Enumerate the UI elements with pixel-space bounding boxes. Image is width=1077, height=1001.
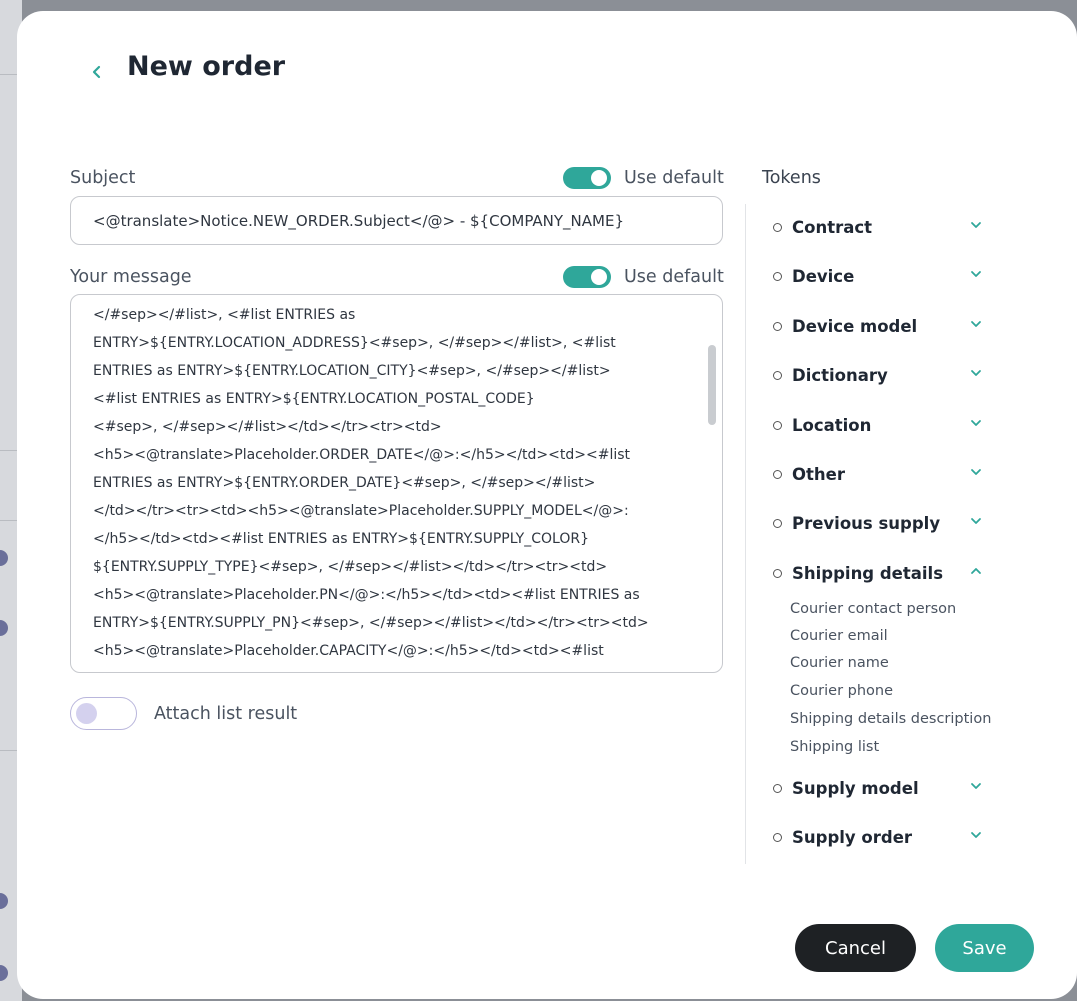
token-group[interactable]: Device: [773, 261, 1003, 291]
token-group[interactable]: Contract: [773, 212, 1003, 242]
chevron-down-icon: [971, 518, 981, 524]
attach-list-result-label: Attach list result: [154, 703, 298, 724]
token-group-name: Supply model: [792, 778, 919, 798]
page-title: New order: [127, 51, 286, 82]
tokens-divider: [745, 204, 746, 864]
bullet-icon: [773, 370, 782, 380]
toggle-switch-on[interactable]: [563, 266, 611, 288]
token-item[interactable]: Courier phone: [790, 683, 893, 699]
token-group[interactable]: Supply order: [773, 822, 1003, 852]
token-group-name: Other: [792, 464, 845, 484]
message-scrollbar[interactable]: [708, 345, 716, 425]
message-line: </td></tr><tr><td><h5><@translate>Placeh…: [93, 503, 629, 519]
bullet-icon: [773, 271, 782, 281]
back-button[interactable]: [82, 57, 112, 87]
chevron-down-icon: [971, 222, 981, 228]
bullet-icon: [773, 469, 782, 479]
background-avatar: [0, 550, 8, 566]
background-avatar: [0, 965, 8, 981]
token-group-name: Shipping details: [792, 563, 944, 583]
chevron-down-icon: [971, 832, 981, 838]
message-text: </#sep></#list>, <#list ENTRIES as ENTRY>…: [93, 301, 693, 672]
toggle-knob: [591, 170, 607, 186]
message-line: <h5><@translate>Placeholder.PN</@>:</h5>…: [93, 587, 640, 603]
message-line: ENTRY>${ENTRY.SUPPLY_PN}<#sep>, </#sep><…: [93, 615, 649, 631]
token-group-name: Device model: [792, 316, 918, 336]
save-button[interactable]: Save: [935, 924, 1034, 972]
token-group-name: Contract: [792, 217, 873, 237]
message-line: ENTRIES as ENTRY>${ENTRY.SUPPLY_CAPACITY…: [93, 665, 693, 672]
cancel-button[interactable]: Cancel: [795, 924, 916, 972]
bullet-icon: [773, 420, 782, 430]
chevron-down-icon: [971, 783, 981, 789]
background-avatar: [0, 893, 8, 909]
message-textarea[interactable]: </#sep></#list>, <#list ENTRIES as ENTRY>…: [70, 294, 723, 673]
token-group[interactable]: Supply model: [773, 773, 1003, 803]
use-default-label: Use default: [624, 168, 724, 188]
chevron-down-icon: [971, 321, 981, 327]
chevron-left-icon: [92, 65, 101, 79]
message-use-default-toggle[interactable]: Use default: [563, 266, 724, 288]
tokens-title: Tokens: [762, 168, 821, 188]
subject-use-default-toggle[interactable]: Use default: [563, 167, 724, 189]
token-group-name: Previous supply: [792, 513, 941, 533]
use-default-label: Use default: [624, 267, 724, 287]
message-line: <#list ENTRIES as ENTRY>${ENTRY.LOCATION…: [93, 391, 535, 407]
message-line: ENTRIES as ENTRY>${ENTRY.ORDER_DATE}<#se…: [93, 475, 596, 491]
token-item[interactable]: Shipping details description: [790, 711, 991, 727]
chevron-down-icon: [971, 420, 981, 426]
message-line: </h5></td><td><#list ENTRIES as ENTRY>${…: [93, 531, 589, 547]
message-line: </#sep></#list>, <#list ENTRIES as: [93, 307, 356, 323]
message-line: ENTRIES as ENTRY>${ENTRY.LOCATION_CITY}<…: [93, 363, 611, 379]
bullet-icon: [773, 568, 782, 578]
bullet-icon: [773, 222, 782, 232]
token-item[interactable]: Courier name: [790, 655, 889, 671]
token-group[interactable]: Other: [773, 459, 1003, 489]
token-group-name: Supply order: [792, 827, 913, 847]
subject-input[interactable]: <@translate>Notice.NEW_ORDER.Subject</@>…: [70, 196, 723, 245]
token-group[interactable]: Previous supply: [773, 508, 1003, 538]
token-group-name: Location: [792, 415, 872, 435]
toggle-knob: [76, 703, 97, 724]
token-group[interactable]: Location: [773, 410, 1003, 440]
token-group[interactable]: Dictionary: [773, 360, 1003, 390]
chevron-up-icon: [971, 568, 981, 574]
token-group-name: Dictionary: [792, 365, 888, 385]
message-line: ${ENTRY.SUPPLY_TYPE}<#sep>, </#sep></#li…: [93, 559, 608, 575]
chevron-down-icon: [971, 271, 981, 277]
message-line: <#sep>, </#sep></#list></td></tr><tr><td…: [93, 419, 442, 435]
token-item[interactable]: Shipping list: [790, 739, 879, 755]
token-group-name: Device: [792, 266, 855, 286]
new-order-dialog: New order Subject Use default <@translat…: [17, 11, 1077, 999]
chevron-down-icon: [971, 370, 981, 376]
toggle-switch-on[interactable]: [563, 167, 611, 189]
background-avatar: [0, 620, 8, 636]
message-line: ENTRY>${ENTRY.LOCATION_ADDRESS}<#sep>, <…: [93, 335, 616, 351]
bullet-icon: [773, 832, 782, 842]
token-item[interactable]: Courier contact person: [790, 601, 956, 617]
bullet-icon: [773, 783, 782, 793]
subject-label: Subject: [70, 168, 136, 188]
message-label: Your message: [70, 267, 192, 287]
bullet-icon: [773, 321, 782, 331]
token-group[interactable]: Device model: [773, 311, 1003, 341]
attach-list-result-toggle[interactable]: Attach list result: [70, 697, 297, 730]
toggle-knob: [591, 269, 607, 285]
token-item[interactable]: Courier email: [790, 628, 888, 644]
bullet-icon: [773, 518, 782, 528]
toggle-switch-off[interactable]: [70, 697, 137, 730]
chevron-down-icon: [971, 469, 981, 475]
token-group[interactable]: Shipping details: [773, 558, 1003, 588]
message-line: <h5><@translate>Placeholder.ORDER_DATE</…: [93, 447, 631, 463]
message-line: <h5><@translate>Placeholder.CAPACITY</@>…: [93, 643, 604, 659]
